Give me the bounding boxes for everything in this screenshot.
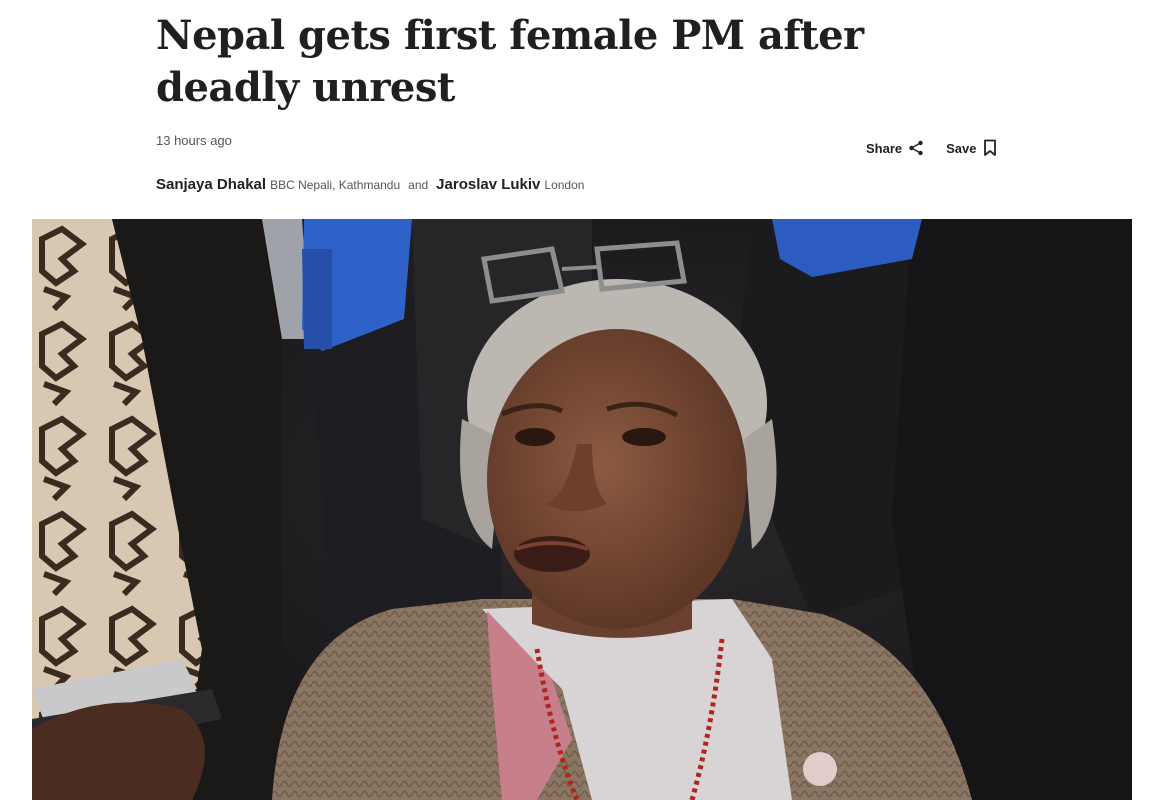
author-name: Sanjaya Dhakal [156, 176, 267, 193]
share-label: Share [866, 140, 903, 156]
byline: Sanjaya Dhakal BBC Nepali, Kathmandu and… [156, 176, 588, 193]
article-actions: Share Save [866, 139, 997, 157]
bookmark-icon [983, 139, 996, 156]
article-headline: Nepal gets first female PM after deadly … [156, 12, 864, 111]
save-label: Save [946, 140, 977, 156]
lead-image [32, 219, 1132, 800]
article-timestamp: 13 hours ago [156, 133, 232, 148]
share-button[interactable]: Share [866, 140, 924, 156]
byline-joiner: and [408, 178, 429, 192]
author-affiliation: London [544, 178, 585, 192]
save-button[interactable]: Save [946, 139, 996, 157]
author-affiliation: BBC Nepali, Kathmandu [270, 178, 401, 192]
lead-image-illustration [32, 219, 1132, 800]
author-name: Jaroslav Lukiv [436, 176, 541, 193]
share-icon [909, 140, 923, 156]
